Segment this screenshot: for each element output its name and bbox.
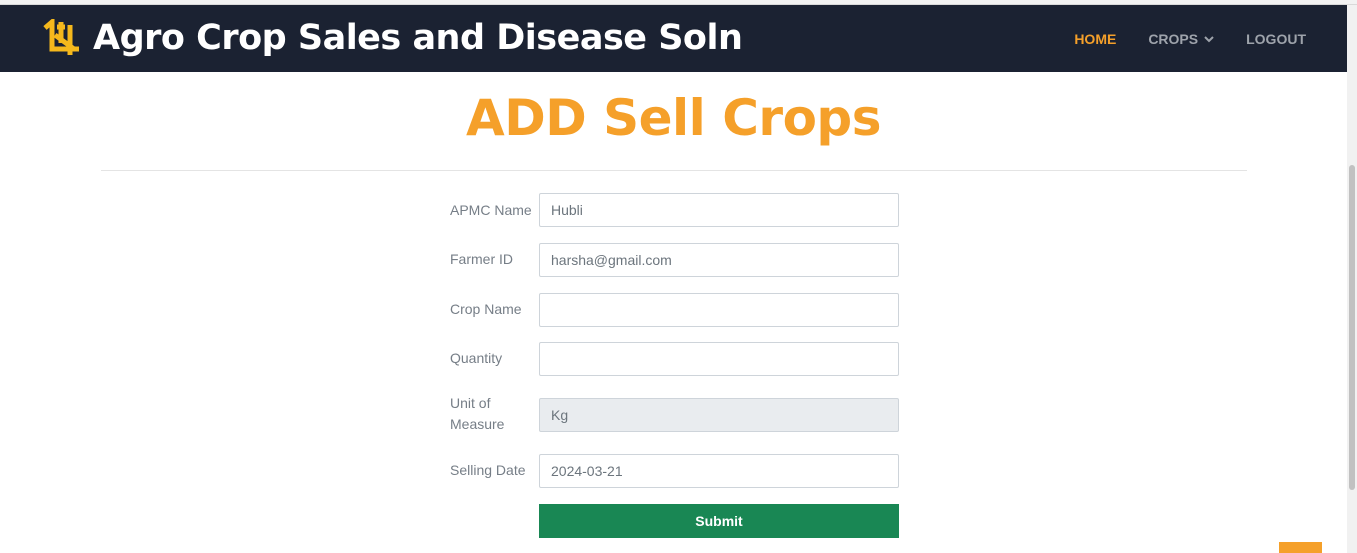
chevron-down-icon (1204, 35, 1214, 43)
quantity-input[interactable] (539, 342, 899, 376)
nav-crops-dropdown[interactable]: CROPS (1148, 31, 1214, 47)
crop-icon (43, 19, 81, 57)
brand-title: Agro Crop Sales and Disease Soln (93, 18, 743, 58)
crop-name-label: Crop Name (450, 301, 522, 317)
back-to-top-button[interactable] (1279, 542, 1322, 553)
page-title: ADD Sell Crops (466, 89, 881, 147)
quantity-label: Quantity (450, 350, 503, 366)
apmc-name-label: APMC Name (450, 202, 532, 218)
unit-of-measure-input (539, 398, 899, 432)
nav-crops-label: CROPS (1148, 30, 1199, 47)
unit-of-measure-label: Unit of Measure (450, 395, 505, 432)
nav-home[interactable]: HOME (1074, 31, 1116, 47)
selling-date-label: Selling Date (450, 462, 526, 478)
apmc-name-input[interactable] (539, 193, 899, 227)
main-nav: HOME CROPS LOGOUT (1042, 5, 1306, 72)
nav-home-label: HOME (1074, 30, 1117, 47)
navbar: Agro Crop Sales and Disease Soln HOME CR… (0, 5, 1347, 72)
brand[interactable]: Agro Crop Sales and Disease Soln (43, 13, 743, 63)
farmer-id-input[interactable] (539, 243, 899, 277)
submit-button[interactable]: Submit (539, 504, 899, 538)
divider (101, 170, 1247, 171)
farmer-id-label: Farmer ID (450, 251, 513, 267)
nav-logout[interactable]: LOGOUT (1246, 31, 1306, 47)
crop-name-input[interactable] (539, 293, 899, 327)
page-scrollbar[interactable] (1347, 5, 1357, 553)
scrollbar-thumb[interactable] (1349, 165, 1355, 490)
selling-date-input[interactable] (539, 454, 899, 488)
nav-logout-label: LOGOUT (1246, 30, 1306, 47)
